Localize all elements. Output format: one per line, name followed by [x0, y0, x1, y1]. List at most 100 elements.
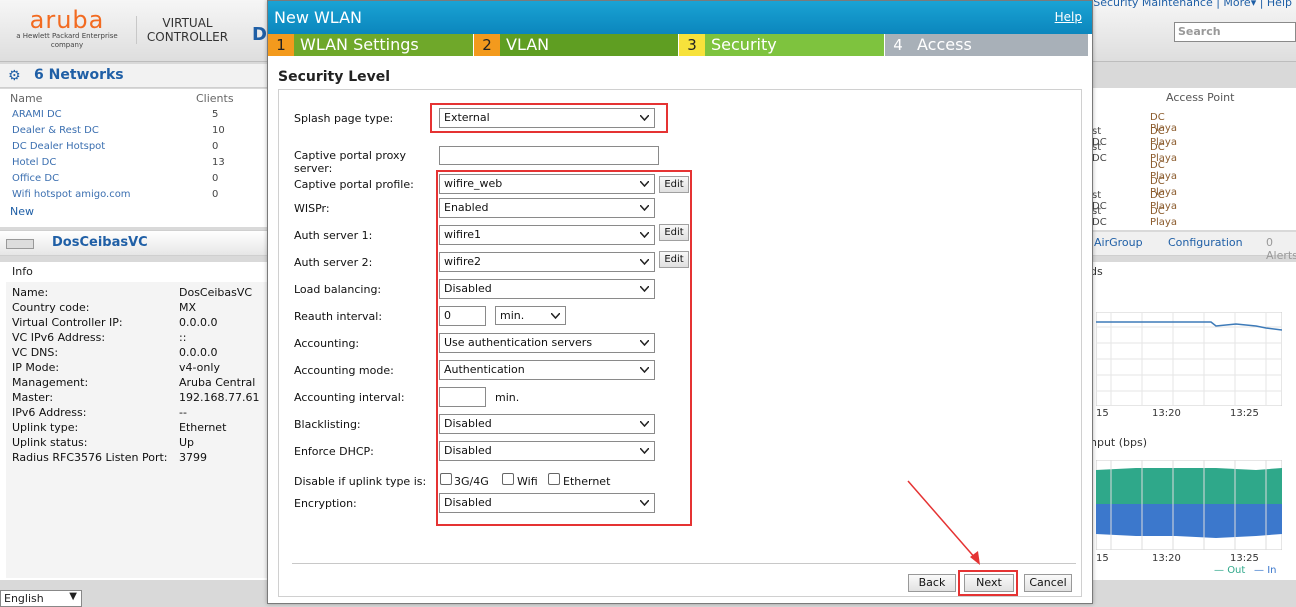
legend-in: — In [1254, 565, 1277, 576]
step-number: 1 [268, 34, 294, 56]
col-access-point-header[interactable]: Access Point [1166, 91, 1234, 104]
step-number: 3 [679, 34, 705, 56]
step-label: VLAN [506, 35, 550, 54]
step-label: WLAN Settings [300, 35, 419, 54]
info-row: VC IPv6 Address::: [12, 331, 187, 344]
info-row: Radius RFC3576 Listen Port: 3799 [12, 451, 207, 464]
wispr-label: WISPr: [294, 202, 330, 215]
proxy-server-input[interactable] [439, 146, 659, 165]
reauth-interval-label: Reauth interval: [294, 310, 383, 323]
x-tick: 13:25 [1230, 553, 1259, 564]
table-row[interactable]: Dealer & Rest DC 10 [12, 125, 225, 136]
step-security[interactable]: 3 Security [679, 34, 884, 56]
chevron-down-icon: ▼ [69, 591, 77, 602]
section-title: Security Level [278, 69, 391, 85]
vc-header: DosCeibasVC [0, 230, 268, 256]
x-tick: 15 [1096, 408, 1109, 419]
vc-label-line2: CONTROLLER [146, 30, 229, 44]
info-row: Management: Aruba Central [12, 376, 256, 389]
cancel-button[interactable]: Cancel [1024, 574, 1072, 592]
x-tick: 13:20 [1152, 408, 1181, 419]
search-input[interactable]: Search [1174, 22, 1296, 42]
info-row: IP Mode: v4-only [12, 361, 220, 374]
table-row[interactable]: ARAMI DC 5 [12, 109, 218, 120]
new-network-link[interactable]: New [10, 205, 34, 218]
chart-area: ds 15 13:20 13:25 hput (bps) 15 13:20 13… [1090, 262, 1296, 580]
step-number: 2 [474, 34, 500, 56]
step-wlan-settings[interactable]: 1 WLAN Settings [268, 34, 473, 56]
table-row[interactable]: Wifi hotspot amigo.com 0 [12, 189, 218, 200]
x-tick: 15 [1096, 553, 1109, 564]
networks-header: ⚙ 6 Networks [0, 64, 268, 88]
info-row: IPv6 Address: -- [12, 406, 187, 419]
vc-label-line1: VIRTUAL [162, 16, 213, 30]
info-row: Name: DosCeibasVC [12, 286, 253, 299]
vc-name-truncated: D [252, 24, 267, 45]
new-wlan-dialog: New WLAN Help 1 WLAN Settings 2 VLAN 3 S… [267, 0, 1093, 604]
right-tabs: AirGroup Configuration 0 Alerts [1090, 232, 1296, 262]
legend-out: — Out [1214, 565, 1246, 576]
portal-profile-label: Captive portal profile: [294, 178, 414, 191]
dialog-title-bar: New WLAN Help [268, 1, 1092, 34]
highlight-splash [430, 103, 668, 133]
throughput-chart-label: hput (bps) [1090, 436, 1148, 449]
proxy-server-label: Captive portal proxy server: [294, 149, 407, 175]
info-row: Uplink status: Up [12, 436, 195, 449]
step-label: Access [917, 35, 972, 54]
step-label: Security [711, 35, 777, 54]
help-link[interactable]: Help [1055, 10, 1082, 24]
info-panel: Info Name: DosCeibasVC Country code: MX Vi… [0, 262, 268, 580]
vc-title[interactable]: DosCeibasVC [52, 235, 148, 250]
tab-alerts[interactable]: 0 Alerts [1266, 236, 1296, 262]
tab-airgroup[interactable]: AirGroup [1094, 236, 1143, 249]
clients-chart [1096, 312, 1282, 406]
info-row: Country code: MX [12, 301, 197, 314]
info-row: Master: 192.168.77.61 [12, 391, 260, 404]
auth-server-2-label: Auth server 2: [294, 256, 373, 269]
brand-name: aruba [29, 6, 105, 34]
wizard-steps: 1 WLAN Settings 2 VLAN 3 Security 4 Acce… [268, 34, 1092, 56]
load-balancing-label: Load balancing: [294, 283, 382, 296]
table-row[interactable]: Hotel DC 13 [12, 157, 225, 168]
accounting-interval-label: Accounting interval: [294, 391, 405, 404]
x-tick: 13:20 [1152, 553, 1181, 564]
col-name-header[interactable]: Name [10, 92, 42, 105]
step-vlan[interactable]: 2 VLAN [474, 34, 678, 56]
encryption-label: Encryption: [294, 497, 357, 510]
table-row[interactable]: DC Dealer Hotspot 0 [12, 141, 218, 152]
step-access[interactable]: 4 Access [885, 34, 1088, 56]
highlight-next [958, 570, 1018, 596]
annotation-arrow-icon [907, 480, 980, 565]
info-row: Virtual Controller IP: 0.0.0.0 [12, 316, 218, 329]
uplink-type-label: Disable if uplink type is: [294, 475, 427, 488]
tab-configuration[interactable]: Configuration [1168, 236, 1243, 249]
virtual-controller-label: VIRTUAL CONTROLLER [136, 16, 232, 44]
brand-sub: a Hewlett Packard Enterprise company [16, 32, 118, 49]
blacklisting-label: Blacklisting: [294, 418, 361, 431]
networks-title[interactable]: 6 Networks [34, 67, 124, 83]
networks-table: Name Clients ARAMI DC 5 Dealer & Rest DC 1… [0, 89, 268, 227]
accounting-label: Accounting: [294, 337, 360, 350]
language-value: English [4, 592, 44, 605]
access-point-panel: Access Point DC Playa st DC DC Playa st D… [1090, 88, 1296, 230]
aruba-logo: aruba a Hewlett Packard Enterprise compa… [8, 8, 126, 54]
step-number: 4 [885, 34, 911, 56]
back-button[interactable]: Back [908, 574, 956, 592]
info-row: VC DNS: 0.0.0.0 [12, 346, 218, 359]
highlight-settings [436, 170, 692, 526]
col-clients-header[interactable]: Clients [196, 92, 234, 105]
info-row: Uplink type: Ethernet [12, 421, 227, 434]
splash-page-type-label: Splash page type: [294, 112, 394, 125]
info-title: Info [12, 265, 33, 278]
table-row[interactable]: Office DC 0 [12, 173, 218, 184]
vc-icon [6, 239, 34, 249]
networks-icon: ⚙ [8, 68, 21, 84]
throughput-chart [1096, 460, 1282, 550]
enforce-dhcp-label: Enforce DHCP: [294, 445, 374, 458]
x-tick: 13:25 [1230, 408, 1259, 419]
accounting-mode-label: Accounting mode: [294, 364, 394, 377]
language-select[interactable]: English ▼ [0, 590, 82, 607]
dialog-title: New WLAN [274, 8, 362, 27]
auth-server-1-label: Auth server 1: [294, 229, 373, 242]
top-links[interactable]: Security Maintenance | More▾ | Help [1093, 0, 1292, 9]
